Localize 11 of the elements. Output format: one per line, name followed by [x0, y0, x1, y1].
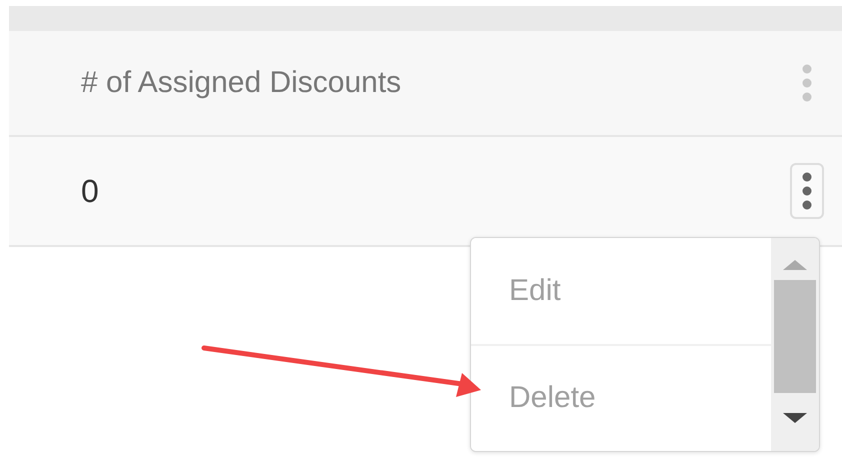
menu-item[interactable]: Delete	[471, 344, 771, 451]
row-actions-button[interactable]	[790, 163, 824, 219]
scrollbar[interactable]	[771, 238, 819, 451]
scroll-up-icon[interactable]	[783, 258, 807, 272]
scroll-down-icon[interactable]	[783, 411, 807, 425]
menu-item[interactable]: Edit	[471, 238, 771, 344]
scroll-thumb[interactable]	[774, 280, 816, 393]
table-cell: 0	[81, 172, 99, 210]
more-icon	[802, 172, 812, 210]
column-header: # of Assigned Discounts	[81, 66, 402, 100]
more-icon	[802, 64, 812, 102]
